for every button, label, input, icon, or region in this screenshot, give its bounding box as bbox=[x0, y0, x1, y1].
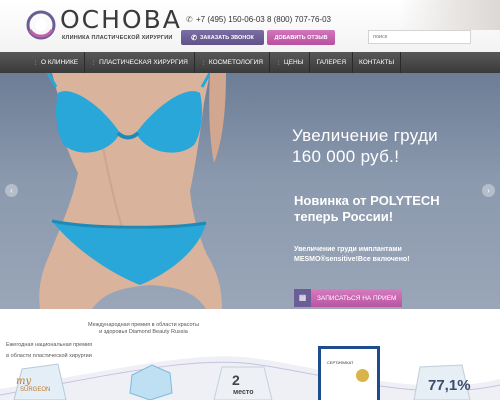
site-header: ОСНОВА КЛИНИКА ПЛАСТИЧЕСКОЙ ХИРУРГИИ ✆ +… bbox=[0, 0, 500, 52]
call-back-button[interactable]: ✆ Заказать звонок bbox=[181, 30, 264, 45]
phone-numbers[interactable]: +7 (495) 150-06-03 8 (800) 707-76-03 bbox=[196, 15, 331, 24]
certificate-title: СЕРТИФИКАТ bbox=[327, 360, 354, 365]
mysurgeon-logo-sub: SURGEON bbox=[20, 387, 51, 393]
chevron-down-icon: ⋮ bbox=[91, 59, 97, 66]
awards-strip: Международная премия в области красоты и… bbox=[0, 309, 500, 400]
award-percent: 77,1% bbox=[428, 377, 471, 394]
chevron-down-icon: ⋮ bbox=[275, 59, 281, 66]
certificate-frame[interactable] bbox=[318, 346, 380, 400]
nav-item-prices[interactable]: ⋮ ЦЕНЫ bbox=[270, 52, 311, 73]
award-national-text-line1: Ежегодная национальная премия bbox=[5, 342, 93, 348]
nav-item-plastic-surgery[interactable]: ⋮ ПЛАСТИЧЕСКАЯ ХИРУРГИЯ bbox=[85, 52, 195, 73]
book-appointment-button[interactable]: ▦ Записаться на прием bbox=[294, 289, 402, 307]
nav-item-cosmetology[interactable]: ⋮ КОСМЕТОЛОГИЯ bbox=[195, 52, 270, 73]
nav-item-contacts[interactable]: КОНТАКТЫ bbox=[353, 52, 402, 73]
call-back-label: Заказать звонок bbox=[199, 34, 254, 41]
add-review-button[interactable]: Добавить отзыв bbox=[267, 30, 335, 45]
nav-label: ГАЛЕРЕЯ bbox=[316, 59, 347, 66]
chevron-down-icon: ⋮ bbox=[200, 59, 206, 66]
hero-model-image bbox=[39, 73, 226, 309]
seal-icon bbox=[356, 369, 369, 382]
handset-icon: ✆ bbox=[191, 34, 197, 42]
logo-icon[interactable] bbox=[26, 10, 56, 40]
hero-headline: Увеличение груди 160 000 руб.! bbox=[292, 126, 438, 166]
place-word: место bbox=[233, 389, 254, 396]
nav-label: КОСМЕТОЛОГИЯ bbox=[208, 59, 263, 66]
slider-prev-button[interactable]: ‹ bbox=[5, 184, 18, 197]
slider-next-button[interactable]: › bbox=[482, 184, 495, 197]
logo-subtitle: КЛИНИКА ПЛАСТИЧЕСКОЙ ХИРУРГИИ bbox=[62, 35, 173, 41]
award-diamond-beauty-text: Международная премия в области красоты и… bbox=[88, 322, 199, 335]
nav-item-about[interactable]: ⋮ О КЛИНИКЕ bbox=[27, 52, 86, 73]
hero-subheadline: Новинка от POLYTECH теперь России! bbox=[294, 193, 440, 224]
calendar-icon: ▦ bbox=[294, 289, 311, 307]
nav-label: ПЛАСТИЧЕСКАЯ ХИРУРГИЯ bbox=[99, 59, 188, 66]
mysurgeon-logo: my bbox=[16, 376, 32, 387]
header-photo bbox=[400, 0, 500, 30]
book-appointment-label: Записаться на прием bbox=[317, 294, 397, 302]
place-number: 2 bbox=[232, 372, 240, 388]
logo-title[interactable]: ОСНОВА bbox=[60, 6, 182, 34]
chevron-down-icon: ⋮ bbox=[33, 59, 38, 66]
add-review-label: Добавить отзыв bbox=[274, 34, 328, 41]
main-nav: ⋮ О КЛИНИКЕ ⋮ ПЛАСТИЧЕСКАЯ ХИРУРГИЯ ⋮ КОСМЕ… bbox=[0, 52, 500, 73]
nav-label: КОНТАКТЫ bbox=[359, 59, 395, 66]
nav-item-gallery[interactable]: ГАЛЕРЕЯ bbox=[310, 52, 354, 73]
nav-label: ЦЕНЫ bbox=[283, 59, 304, 66]
search-input[interactable] bbox=[368, 30, 471, 44]
hero-slider: ‹ › Увеличение груди 160 000 руб.! Новин… bbox=[0, 73, 500, 309]
phone-icon: ✆ bbox=[186, 15, 193, 24]
award-national-text-line2: в области пластической хирургии bbox=[6, 353, 92, 359]
hero-description: Увеличение груди имплантами MESMO®sensit… bbox=[294, 246, 410, 263]
nav-label: О КЛИНИКЕ bbox=[41, 59, 79, 66]
